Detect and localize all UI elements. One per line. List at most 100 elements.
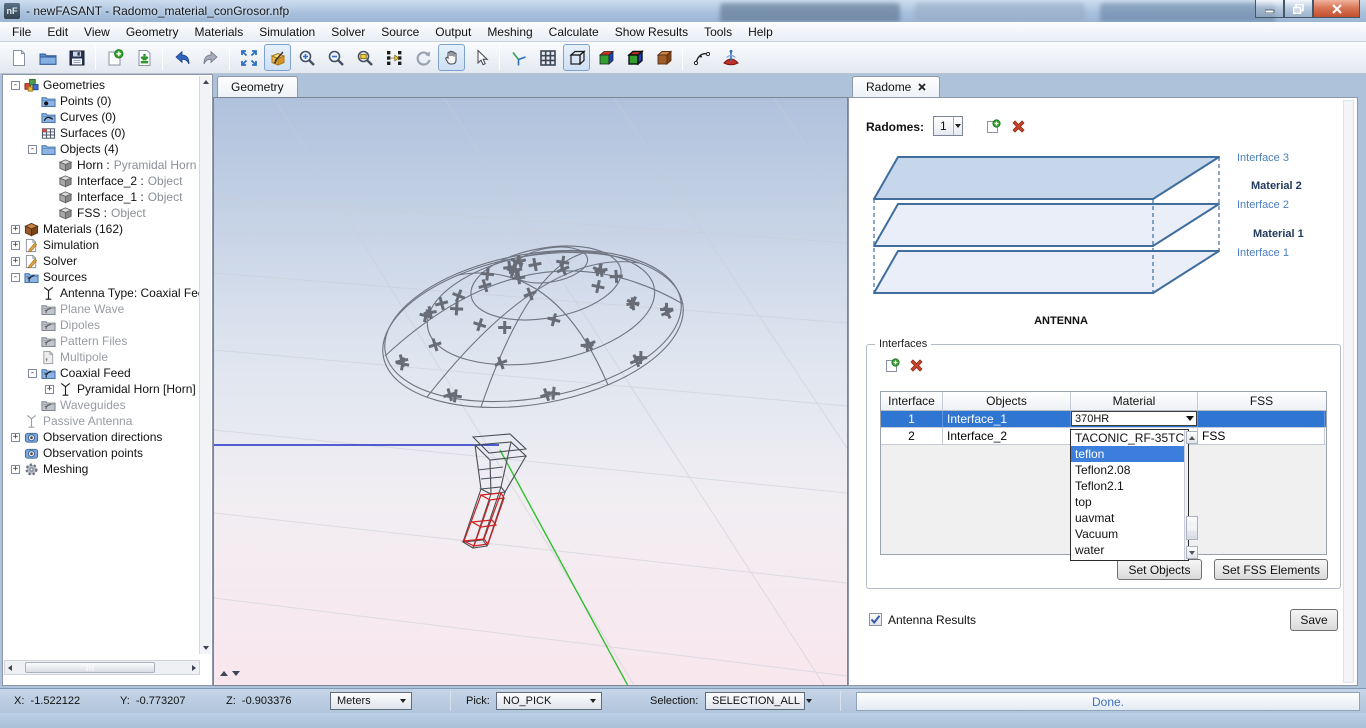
fss-cell[interactable]: FSS (1198, 428, 1325, 444)
scroll-up-icon[interactable] (201, 77, 211, 87)
menu-item-file[interactable]: File (4, 23, 39, 41)
shaded-cube-button[interactable] (592, 44, 619, 71)
tree-item-geometries[interactable]: -Geometries (3, 77, 199, 93)
menu-item-calculate[interactable]: Calculate (541, 23, 607, 41)
material-combo[interactable]: 370HR (1071, 411, 1197, 426)
tab-close-icon[interactable] (918, 83, 926, 91)
new-document-button[interactable] (5, 44, 32, 71)
axes-button[interactable] (505, 44, 532, 71)
scroll-left-icon[interactable] (8, 665, 12, 671)
collapse-icon[interactable]: - (11, 81, 20, 90)
menu-item-show-results[interactable]: Show Results (607, 23, 696, 41)
curve-tool-button[interactable] (688, 44, 715, 71)
menu-item-tools[interactable]: Tools (696, 23, 740, 41)
tree-item-pattern-files[interactable]: Pattern Files (3, 333, 199, 349)
open-folder-button[interactable] (34, 44, 61, 71)
new-interface-button[interactable] (883, 357, 900, 374)
material-option-vacuum[interactable]: Vacuum (1071, 526, 1184, 542)
tree-item-coaxial-feed[interactable]: -Coaxial Feed (3, 365, 199, 381)
tree-item-materials-162[interactable]: +Materials (162) (3, 221, 199, 237)
rotate-view-button[interactable] (409, 44, 436, 71)
tree-item-surfaces-0[interactable]: Surfaces (0) (3, 125, 199, 141)
material-option-top[interactable]: top (1071, 494, 1184, 510)
column-header-objects[interactable]: Objects (943, 392, 1071, 410)
shaded-cube-2-button[interactable] (621, 44, 648, 71)
material-option-teflon2.08[interactable]: Teflon2.08 (1071, 462, 1184, 478)
save-button[interactable]: Save (1290, 609, 1338, 631)
new-radome-button[interactable] (984, 118, 1001, 135)
far-field-button[interactable] (717, 44, 744, 71)
material-cell[interactable]: 370HR (1071, 411, 1198, 427)
scrollbar-thumb[interactable] (25, 662, 155, 673)
tree-item-objects-4[interactable]: -Objects (4) (3, 141, 199, 157)
tree-item-plane-wave[interactable]: Plane Wave (3, 301, 199, 317)
column-header-interface[interactable]: Interface (881, 392, 943, 410)
save-floppy-button[interactable] (63, 44, 90, 71)
antenna-results-checkbox[interactable] (869, 613, 882, 626)
select-cursor-button[interactable] (467, 44, 494, 71)
expand-icon[interactable]: + (11, 433, 20, 442)
tree-item-observation-points[interactable]: Observation points (3, 445, 199, 461)
close-button[interactable] (1313, 0, 1360, 18)
zoom-in-button[interactable] (293, 44, 320, 71)
expand-icon[interactable]: + (11, 465, 20, 474)
tree-item-antenna-type-coaxial-feed[interactable]: Antenna Type: Coaxial Feed (3, 285, 199, 301)
menu-item-materials[interactable]: Materials (187, 23, 252, 41)
tree-item-observation-directions[interactable]: +Observation directions (3, 429, 199, 445)
menu-item-simulation[interactable]: Simulation (251, 23, 323, 41)
menu-item-output[interactable]: Output (427, 23, 479, 41)
redo-button[interactable] (197, 44, 224, 71)
import-page-button[interactable] (130, 44, 157, 71)
material-option-water[interactable]: water (1071, 542, 1184, 558)
units-combo[interactable]: Meters (330, 692, 412, 710)
objects-cell[interactable]: Interface_1 (943, 411, 1071, 427)
tree-item-waveguides[interactable]: Waveguides (3, 397, 199, 413)
menu-item-source[interactable]: Source (373, 23, 427, 41)
new-page-plus-button[interactable] (101, 44, 128, 71)
restore-button[interactable] (1284, 0, 1313, 18)
menu-item-meshing[interactable]: Meshing (479, 23, 540, 41)
material-option-teflon2.1[interactable]: Teflon2.1 (1071, 478, 1184, 494)
undo-button[interactable] (168, 44, 195, 71)
tree-item-simulation[interactable]: +Simulation (3, 237, 199, 253)
material-option-uavmat[interactable]: uavmat (1071, 510, 1184, 526)
geometry-viewport[interactable] (213, 97, 848, 686)
tree-item-interface-1[interactable]: Interface_1 :Object (3, 189, 199, 205)
tree-item-curves-0[interactable]: Curves (0) (3, 109, 199, 125)
radome-panel-scrollbar[interactable] (1343, 100, 1354, 683)
scroll-right-icon[interactable] (192, 665, 196, 671)
tree-item-points-0[interactable]: Points (0) (3, 93, 199, 109)
solid-cube-button[interactable] (650, 44, 677, 71)
scroll-down-icon[interactable] (1186, 546, 1198, 559)
scrollbar-thumb[interactable] (1186, 516, 1198, 540)
scroll-down-icon[interactable] (201, 643, 211, 653)
material-option-taconic-rf-35tc[interactable]: TACONIC_RF-35TC (1071, 430, 1184, 446)
radome-number-combo[interactable]: 1 (933, 116, 963, 136)
tab-geometry[interactable]: Geometry (217, 76, 298, 97)
table-row-interface-1[interactable]: 1Interface_1370HR (881, 411, 1326, 428)
objects-cell[interactable]: Interface_2 (943, 428, 1071, 444)
pan-hand-button[interactable] (438, 44, 465, 71)
expand-icon[interactable]: + (11, 241, 20, 250)
interface-cell[interactable]: 1 (881, 411, 943, 427)
interface-cell[interactable]: 2 (881, 428, 943, 444)
expand-icon[interactable]: + (11, 225, 20, 234)
chevron-down-icon[interactable] (1183, 416, 1196, 421)
fit-view-button[interactable] (235, 44, 262, 71)
view-cube-button[interactable] (264, 44, 291, 71)
menu-item-help[interactable]: Help (740, 23, 781, 41)
menu-item-solver[interactable]: Solver (323, 23, 373, 41)
tree-item-interface-2[interactable]: Interface_2 :Object (3, 173, 199, 189)
pick-combo[interactable]: NO_PICK (496, 692, 602, 710)
tree-vertical-scrollbar[interactable] (199, 76, 211, 654)
collapse-icon[interactable]: - (28, 145, 37, 154)
tree-item-meshing[interactable]: +Meshing (3, 461, 199, 477)
tree-horizontal-scrollbar[interactable] (4, 660, 200, 675)
tree-item-dipoles[interactable]: Dipoles (3, 317, 199, 333)
zoom-out-button[interactable] (322, 44, 349, 71)
expand-icon[interactable]: + (45, 385, 54, 394)
tree-item-passive-antenna[interactable]: Passive Antenna (3, 413, 199, 429)
tree-item-sources[interactable]: -Sources (3, 269, 199, 285)
tree-item-pyramidal-horn-horn[interactable]: +Pyramidal Horn [Horn] (3, 381, 199, 397)
expand-icon[interactable]: + (11, 257, 20, 266)
